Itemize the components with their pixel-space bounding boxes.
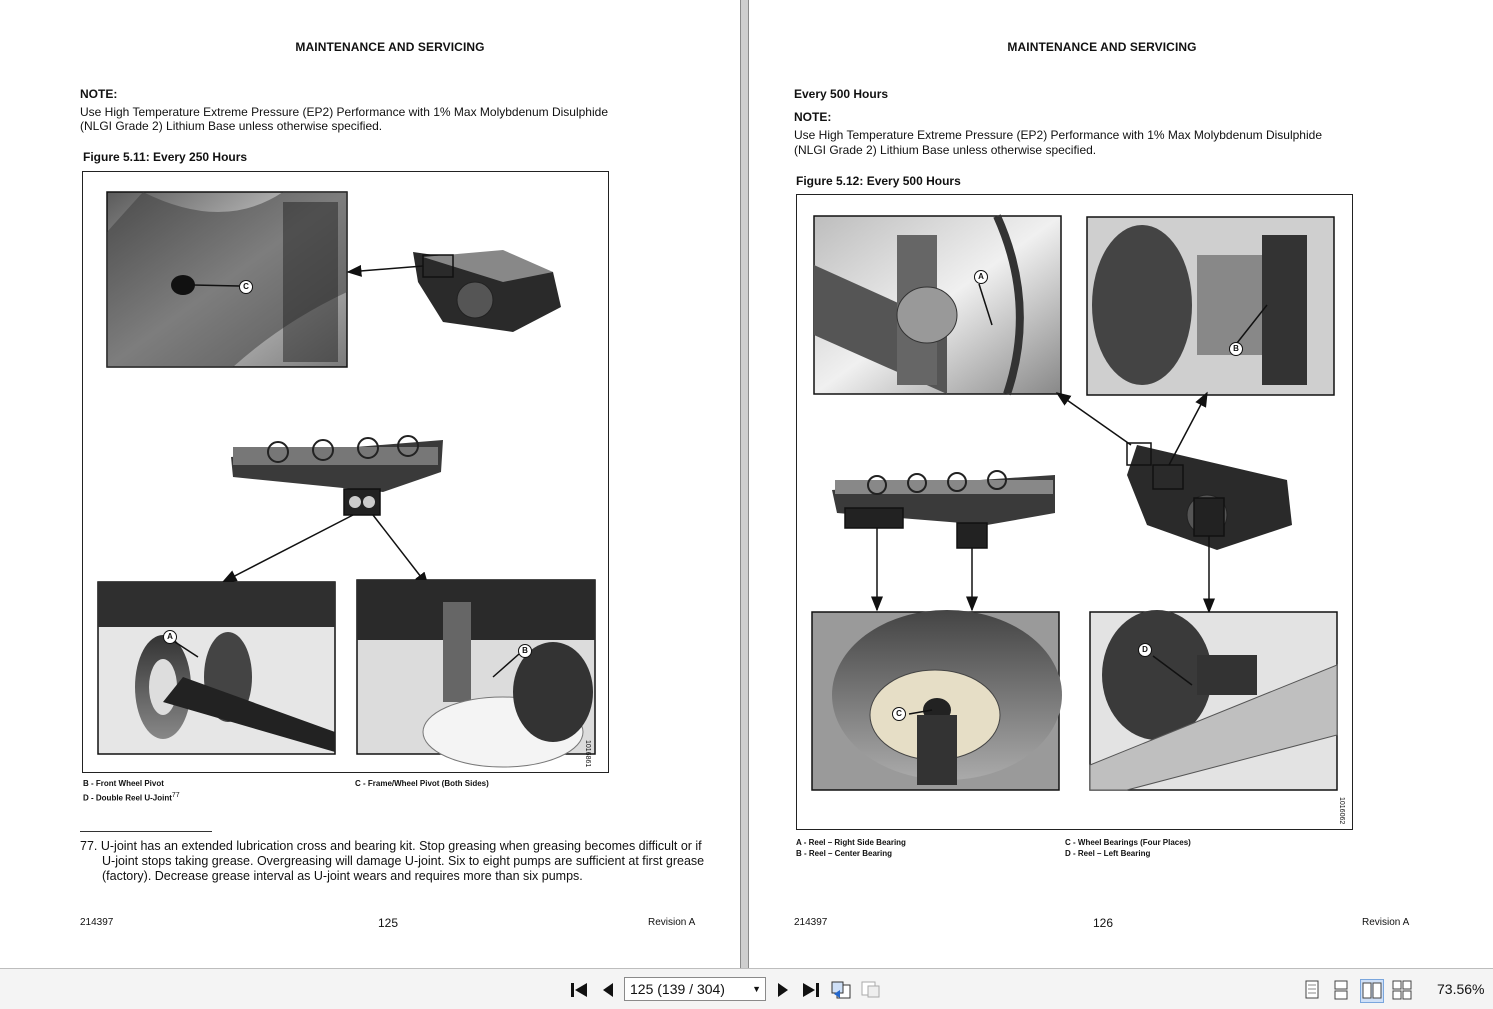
revision: Revision A [1362,917,1410,928]
callout-d: D [1138,643,1152,657]
figure-illustration [811,214,1338,791]
go-back-icon[interactable] [830,979,852,1001]
note-line-1: Use High Temperature Extreme Pressure (E… [794,128,1322,142]
page-number-select[interactable]: 125 (139 / 304) ▼ [624,977,766,1001]
next-page-icon[interactable] [772,979,794,1001]
section-title: Every 500 Hours [794,87,889,101]
chevron-down-icon[interactable]: ▼ [752,978,761,1000]
first-page-icon[interactable] [568,979,590,1001]
figure-illustration [97,191,596,768]
callout-a: A [974,270,988,284]
left-page: MAINTENANCE AND SERVICING NOTE: Use High… [0,0,740,968]
footnote-line-1: 77. U-joint has an extended lubrication … [80,839,702,853]
legend-a: A - Reel – Right Side Bearing [796,838,906,847]
note-line-1: Use High Temperature Extreme Pressure (E… [80,105,608,119]
figure-caption: Figure 5.11: Every 250 Hours [83,150,248,164]
legend-c: C - Wheel Bearings (Four Places) [1065,838,1191,847]
note-label: NOTE: [794,110,832,124]
prev-page-icon[interactable] [597,979,619,1001]
footnote-line-2: U-joint stops taking grease. Overgreasin… [102,854,705,868]
callout-b: B [518,644,532,658]
doc-number: 214397 [80,917,114,928]
legend-c: C - Frame/Wheel Pivot (Both Sides) [355,779,489,788]
figure-5-12: A B C D 1016062 [796,194,1353,830]
legend-d: D - Reel – Left Bearing [1065,849,1151,858]
note-label: NOTE: [80,87,118,101]
right-page: MAINTENANCE AND SERVICING Every 500 Hour… [749,0,1493,968]
note-line-2: (NLGI Grade 2) Lithium Base unless other… [794,143,1097,157]
page-gutter [740,0,749,968]
page-number: 125 [378,916,399,930]
figure-caption: Figure 5.12: Every 500 Hours [796,174,961,188]
footnote-ref[interactable]: 77 [172,792,180,799]
two-page-icon[interactable] [1360,979,1384,1003]
page-number-value: 125 (139 / 304) [630,981,725,997]
page-header: MAINTENANCE AND SERVICING [1007,40,1197,54]
footnote-line-3: (factory). Decrease grease interval as U… [102,869,583,883]
doc-number: 214397 [794,917,828,928]
legend-b: B - Reel – Center Bearing [796,849,893,858]
figure-id: 1016861 [584,740,591,768]
viewer-toolbar: 125 (139 / 304) ▼ 73.56% [0,968,1493,1009]
legend-d-text: D - Double Reel U-Joint [83,793,172,803]
go-forward-icon[interactable] [860,979,882,1001]
callout-c: C [892,707,906,721]
continuous-icon[interactable] [1330,979,1352,1001]
legend-d: D - Double Reel U-Joint77 [83,790,180,804]
page-number: 126 [1093,916,1114,930]
callout-a: A [163,630,177,644]
callout-b: B [1229,342,1243,356]
callout-c: C [239,280,253,294]
figure-5-11: C A B 1016861 [82,171,609,773]
legend-b: B - Front Wheel Pivot [83,779,164,788]
single-page-icon[interactable] [1301,979,1323,1001]
footnote-rule [80,831,212,832]
last-page-icon[interactable] [800,979,822,1001]
two-page-continuous-icon[interactable] [1391,979,1413,1001]
page-header: MAINTENANCE AND SERVICING [295,40,485,54]
revision: Revision A [648,917,696,928]
zoom-level[interactable]: 73.56% [1437,981,1484,997]
figure-id: 1016062 [1338,797,1345,825]
note-line-2: (NLGI Grade 2) Lithium Base unless other… [80,119,383,133]
